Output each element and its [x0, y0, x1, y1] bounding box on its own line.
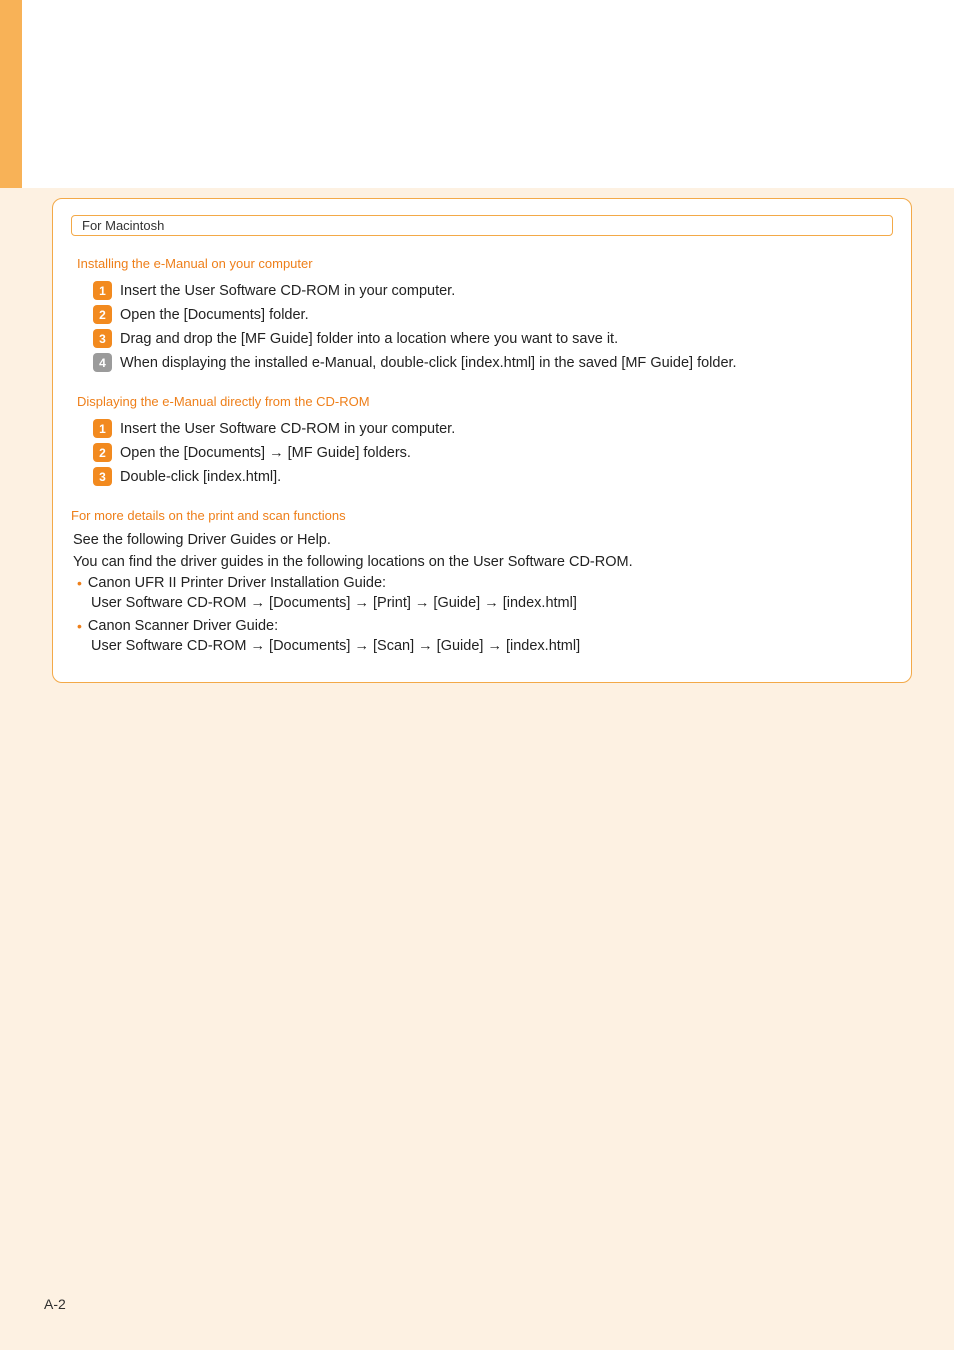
step-number-icon: 1 [93, 419, 112, 438]
step-text: When displaying the installed e-Manual, … [120, 355, 737, 371]
install-step: 3 Drag and drop the [MF Guide] folder in… [93, 329, 893, 348]
step-number-icon: 2 [93, 443, 112, 462]
display-step: 3 Double-click [index.html]. [93, 467, 893, 486]
content-area: For Macintosh Installing the e-Manual on… [0, 188, 954, 683]
step-number-icon: 1 [93, 281, 112, 300]
step-text: Insert the User Software CD-ROM in your … [120, 283, 455, 299]
details-intro-2: You can find the driver guides in the fo… [73, 553, 893, 573]
step-text: Drag and drop the [MF Guide] folder into… [120, 331, 618, 347]
install-steps: 1 Insert the User Software CD-ROM in you… [93, 281, 893, 372]
bullet-icon: • [77, 617, 82, 637]
details-intro-1: See the following Driver Guides or Help. [73, 531, 893, 551]
bullet-head: Canon UFR II Printer Driver Installation… [88, 574, 386, 594]
install-step: 1 Insert the User Software CD-ROM in you… [93, 281, 893, 300]
display-section-title: Displaying the e-Manual directly from th… [77, 394, 893, 409]
step-text: Insert the User Software CD-ROM in your … [120, 421, 455, 437]
display-steps: 1 Insert the User Software CD-ROM in you… [93, 419, 893, 486]
display-step: 1 Insert the User Software CD-ROM in you… [93, 419, 893, 438]
bullet-icon: • [77, 574, 82, 594]
bullet-sub: User Software CD-ROM → [Documents] → [Pr… [91, 594, 893, 614]
install-step: 4 When displaying the installed e-Manual… [93, 353, 893, 372]
details-bullet: • Canon Scanner Driver Guide: [77, 617, 893, 637]
display-step: 2 Open the [Documents] → [MF Guide] fold… [93, 443, 893, 462]
step-text: Open the [Documents] folder. [120, 307, 309, 323]
step-number-icon: 3 [93, 467, 112, 486]
step-text: Open the [Documents] → [MF Guide] folder… [120, 445, 411, 461]
instruction-panel: For Macintosh Installing the e-Manual on… [52, 198, 912, 683]
step-number-icon: 4 [93, 353, 112, 372]
page-number: A-2 [44, 1296, 66, 1312]
bullet-sub: User Software CD-ROM → [Documents] → [Sc… [91, 637, 893, 657]
top-white-area [22, 0, 954, 188]
bullet-head: Canon Scanner Driver Guide: [88, 617, 278, 637]
details-section-title: For more details on the print and scan f… [71, 508, 893, 523]
details-bullet: • Canon UFR II Printer Driver Installati… [77, 574, 893, 594]
platform-tag: For Macintosh [71, 215, 893, 236]
step-number-icon: 2 [93, 305, 112, 324]
install-section-title: Installing the e-Manual on your computer [77, 256, 893, 271]
install-step: 2 Open the [Documents] folder. [93, 305, 893, 324]
step-text: Double-click [index.html]. [120, 469, 281, 485]
left-accent-bar [0, 0, 22, 188]
step-number-icon: 3 [93, 329, 112, 348]
